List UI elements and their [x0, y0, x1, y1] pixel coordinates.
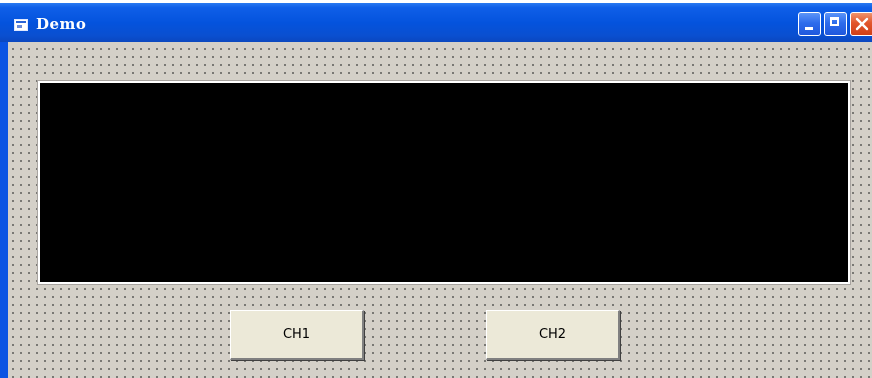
ch2-button-label: CH2 — [538, 327, 567, 342]
maximize-button[interactable] — [824, 12, 847, 36]
title-bar[interactable]: Demo — [0, 0, 872, 42]
minimize-button[interactable] — [798, 12, 821, 36]
ch2-button[interactable]: CH2 — [486, 310, 620, 360]
demo-window: Demo CH1 CH2 — [0, 0, 872, 378]
display-panel — [37, 80, 851, 285]
title-bar-highlight — [0, 0, 872, 3]
ch1-button[interactable]: CH1 — [230, 310, 364, 360]
window-title: Demo — [36, 15, 87, 33]
close-button[interactable] — [850, 12, 872, 36]
form-client-area: CH1 CH2 — [8, 42, 872, 378]
close-icon — [855, 17, 869, 31]
form-icon[interactable] — [14, 19, 28, 31]
ch1-button-label: CH1 — [282, 327, 311, 342]
